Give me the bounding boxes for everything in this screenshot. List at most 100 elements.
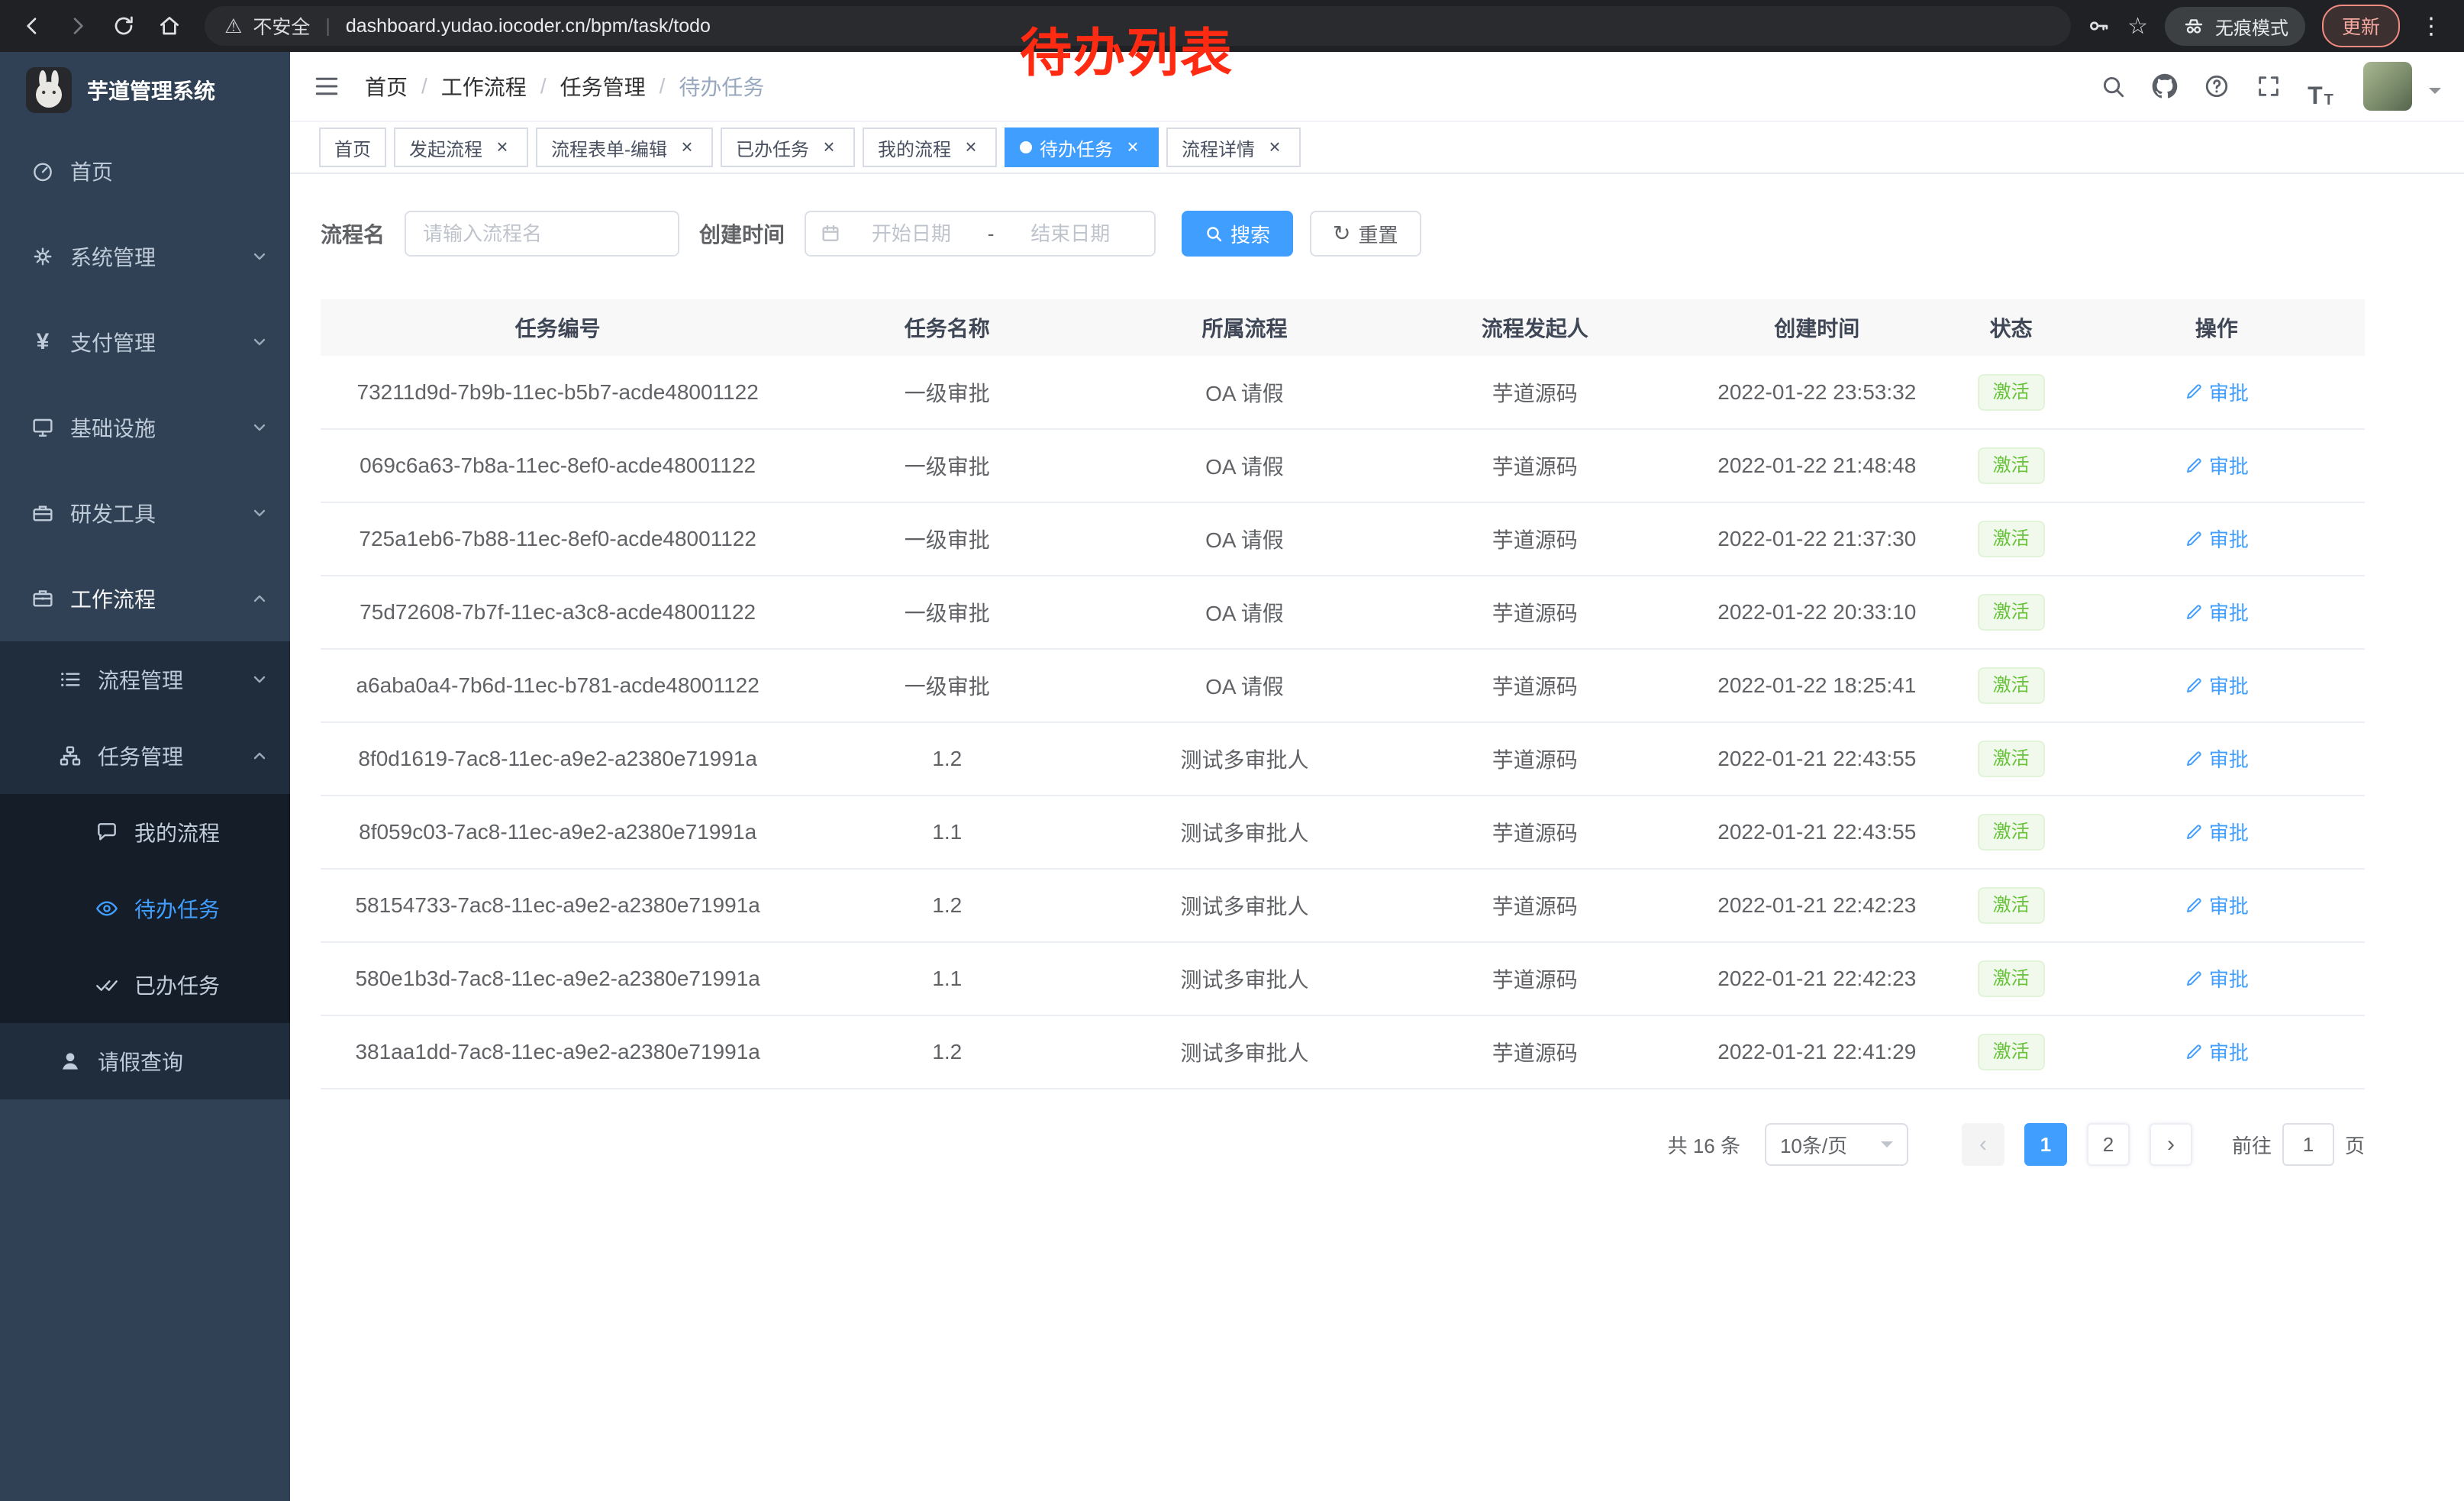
start-date-input[interactable] bbox=[841, 222, 982, 246]
reset-button[interactable]: ↻ 重置 bbox=[1310, 211, 1421, 257]
approve-link[interactable]: 审批 bbox=[2185, 525, 2249, 553]
browser-back-button[interactable] bbox=[12, 6, 52, 46]
chevron-down-icon bbox=[250, 418, 269, 437]
tab-done-task[interactable]: 已办任务× bbox=[721, 128, 855, 167]
pencil-icon bbox=[2185, 676, 2203, 695]
close-tab-icon[interactable]: × bbox=[960, 137, 982, 158]
close-tab-icon[interactable]: × bbox=[492, 137, 513, 158]
prev-page-button[interactable]: ‹ bbox=[1962, 1123, 2004, 1166]
cell-task-id: 75d72608-7b7f-11ec-a3c8-acde48001122 bbox=[321, 576, 795, 649]
close-tab-icon[interactable]: × bbox=[1264, 137, 1285, 158]
browser-update-button[interactable]: 更新 bbox=[2322, 5, 2400, 47]
tab-my-process[interactable]: 我的流程× bbox=[863, 128, 997, 167]
cell-task-id: 58154733-7ac8-11ec-a9e2-a2380e71991a bbox=[321, 869, 795, 942]
approve-link[interactable]: 审批 bbox=[2185, 891, 2249, 919]
cell-initiator: 芋道源码 bbox=[1390, 1015, 1680, 1089]
search-button[interactable] bbox=[2091, 65, 2134, 108]
cell-task-id: 069c6a63-7b8a-11ec-8ef0-acde48001122 bbox=[321, 429, 795, 502]
cell-process: OA 请假 bbox=[1099, 576, 1389, 649]
password-key-icon[interactable] bbox=[2086, 14, 2111, 38]
sidebar-item-infra[interactable]: 基础设施 bbox=[0, 385, 290, 470]
sidebar-item-payment[interactable]: ¥ 支付管理 bbox=[0, 299, 290, 385]
pencil-icon bbox=[2185, 970, 2203, 988]
approve-link[interactable]: 审批 bbox=[2185, 1038, 2249, 1066]
cell-create-time: 2022-01-21 22:42:23 bbox=[1680, 942, 1954, 1015]
next-page-button[interactable]: › bbox=[2150, 1123, 2192, 1166]
browser-forward-button[interactable] bbox=[58, 6, 98, 46]
goto-page-input[interactable] bbox=[2282, 1123, 2334, 1166]
sidebar-item-system[interactable]: 系统管理 bbox=[0, 214, 290, 299]
close-tab-icon[interactable]: × bbox=[676, 137, 698, 158]
pencil-icon bbox=[2185, 1043, 2203, 1061]
col-task-id: 任务编号 bbox=[321, 299, 795, 356]
fullscreen-button[interactable] bbox=[2247, 65, 2290, 108]
cell-task-id: 580e1b3d-7ac8-11ec-a9e2-a2380e71991a bbox=[321, 942, 795, 1015]
bookmark-star-icon[interactable]: ☆ bbox=[2127, 13, 2148, 40]
sidebar-item-devtools[interactable]: 研发工具 bbox=[0, 470, 290, 556]
sidebar-item-todo-task[interactable]: 待办任务 bbox=[0, 870, 290, 947]
sidebar-item-process-mgmt[interactable]: 流程管理 bbox=[0, 641, 290, 718]
cell-task-name: 1.2 bbox=[795, 869, 1099, 942]
address-bar[interactable]: ⚠ 不安全 | dashboard.yudao.iocoder.cn/bpm/t… bbox=[205, 6, 2071, 46]
cell-process: 测试多审批人 bbox=[1099, 869, 1389, 942]
end-date-input[interactable] bbox=[1000, 222, 1140, 246]
approve-link[interactable]: 审批 bbox=[2185, 744, 2249, 773]
close-tab-icon[interactable]: × bbox=[1122, 137, 1143, 158]
sidebar-item-done-task[interactable]: 已办任务 bbox=[0, 947, 290, 1023]
help-icon bbox=[2204, 73, 2230, 99]
cell-process: OA 请假 bbox=[1099, 356, 1389, 429]
page: ⚠ 不安全 | dashboard.yudao.iocoder.cn/bpm/t… bbox=[0, 0, 2464, 1501]
cell-task-name: 1.1 bbox=[795, 796, 1099, 869]
list-icon bbox=[58, 667, 82, 692]
status-badge: 激活 bbox=[1978, 1034, 2045, 1070]
range-separator: - bbox=[982, 222, 1001, 246]
avatar-dropdown-caret-icon[interactable] bbox=[2429, 88, 2441, 100]
font-size-button[interactable]: TT bbox=[2299, 65, 2342, 108]
page-button-1[interactable]: 1 bbox=[2024, 1123, 2067, 1166]
date-range-picker[interactable]: - bbox=[805, 211, 1156, 257]
sidebar-item-my-process[interactable]: 我的流程 bbox=[0, 794, 290, 870]
process-name-label: 流程名 bbox=[321, 218, 385, 249]
cell-create-time: 2022-01-21 22:43:55 bbox=[1680, 722, 1954, 796]
approve-link[interactable]: 审批 bbox=[2185, 598, 2249, 626]
browser-menu-button[interactable]: ⋮ bbox=[2417, 13, 2446, 40]
user-avatar[interactable] bbox=[2363, 62, 2412, 111]
sidebar-item-task-mgmt[interactable]: 任务管理 bbox=[0, 718, 290, 794]
breadcrumb-workflow[interactable]: 工作流程 bbox=[441, 71, 527, 102]
chevron-down-icon bbox=[1881, 1141, 1893, 1154]
approve-link[interactable]: 审批 bbox=[2185, 451, 2249, 479]
sidebar-item-workflow[interactable]: 工作流程 bbox=[0, 556, 290, 641]
chevron-down-icon bbox=[250, 333, 269, 351]
search-icon bbox=[2100, 73, 2126, 99]
approve-link[interactable]: 审批 bbox=[2185, 818, 2249, 846]
approve-link[interactable]: 审批 bbox=[2185, 671, 2249, 699]
browser-home-button[interactable] bbox=[150, 6, 189, 46]
tab-start-process[interactable]: 发起流程× bbox=[394, 128, 528, 167]
search-button[interactable]: 搜索 bbox=[1182, 211, 1293, 257]
chevron-up-icon bbox=[250, 589, 269, 608]
tab-process-form-edit[interactable]: 流程表单-编辑× bbox=[536, 128, 713, 167]
incognito-label: 无痕模式 bbox=[2215, 13, 2288, 40]
help-button[interactable] bbox=[2195, 65, 2238, 108]
tab-home[interactable]: 首页 bbox=[319, 128, 386, 167]
close-tab-icon[interactable]: × bbox=[818, 137, 840, 158]
cell-create-time: 2022-01-22 21:48:48 bbox=[1680, 429, 1954, 502]
breadcrumb-home[interactable]: 首页 bbox=[365, 71, 408, 102]
approve-link[interactable]: 审批 bbox=[2185, 964, 2249, 993]
page-button-2[interactable]: 2 bbox=[2087, 1123, 2130, 1166]
process-name-input[interactable] bbox=[405, 211, 679, 257]
tab-todo-task[interactable]: 待办任务× bbox=[1005, 128, 1159, 167]
approve-link[interactable]: 审批 bbox=[2185, 378, 2249, 406]
tab-process-detail[interactable]: 流程详情× bbox=[1166, 128, 1301, 167]
cell-create-time: 2022-01-21 22:43:55 bbox=[1680, 796, 1954, 869]
page-size-select[interactable]: 10条/页 bbox=[1765, 1123, 1908, 1166]
breadcrumb-separator: / bbox=[421, 74, 427, 98]
breadcrumb-task-mgmt[interactable]: 任务管理 bbox=[560, 71, 646, 102]
cell-initiator: 芋道源码 bbox=[1390, 869, 1680, 942]
sidebar-collapse-button[interactable] bbox=[310, 73, 354, 100]
sidebar-logo[interactable]: 芋道管理系统 bbox=[0, 52, 290, 128]
sidebar-item-leave-query[interactable]: 请假查询 bbox=[0, 1023, 290, 1099]
browser-refresh-button[interactable] bbox=[104, 6, 144, 46]
github-button[interactable] bbox=[2143, 65, 2186, 108]
sidebar-item-home[interactable]: 首页 bbox=[0, 128, 290, 214]
